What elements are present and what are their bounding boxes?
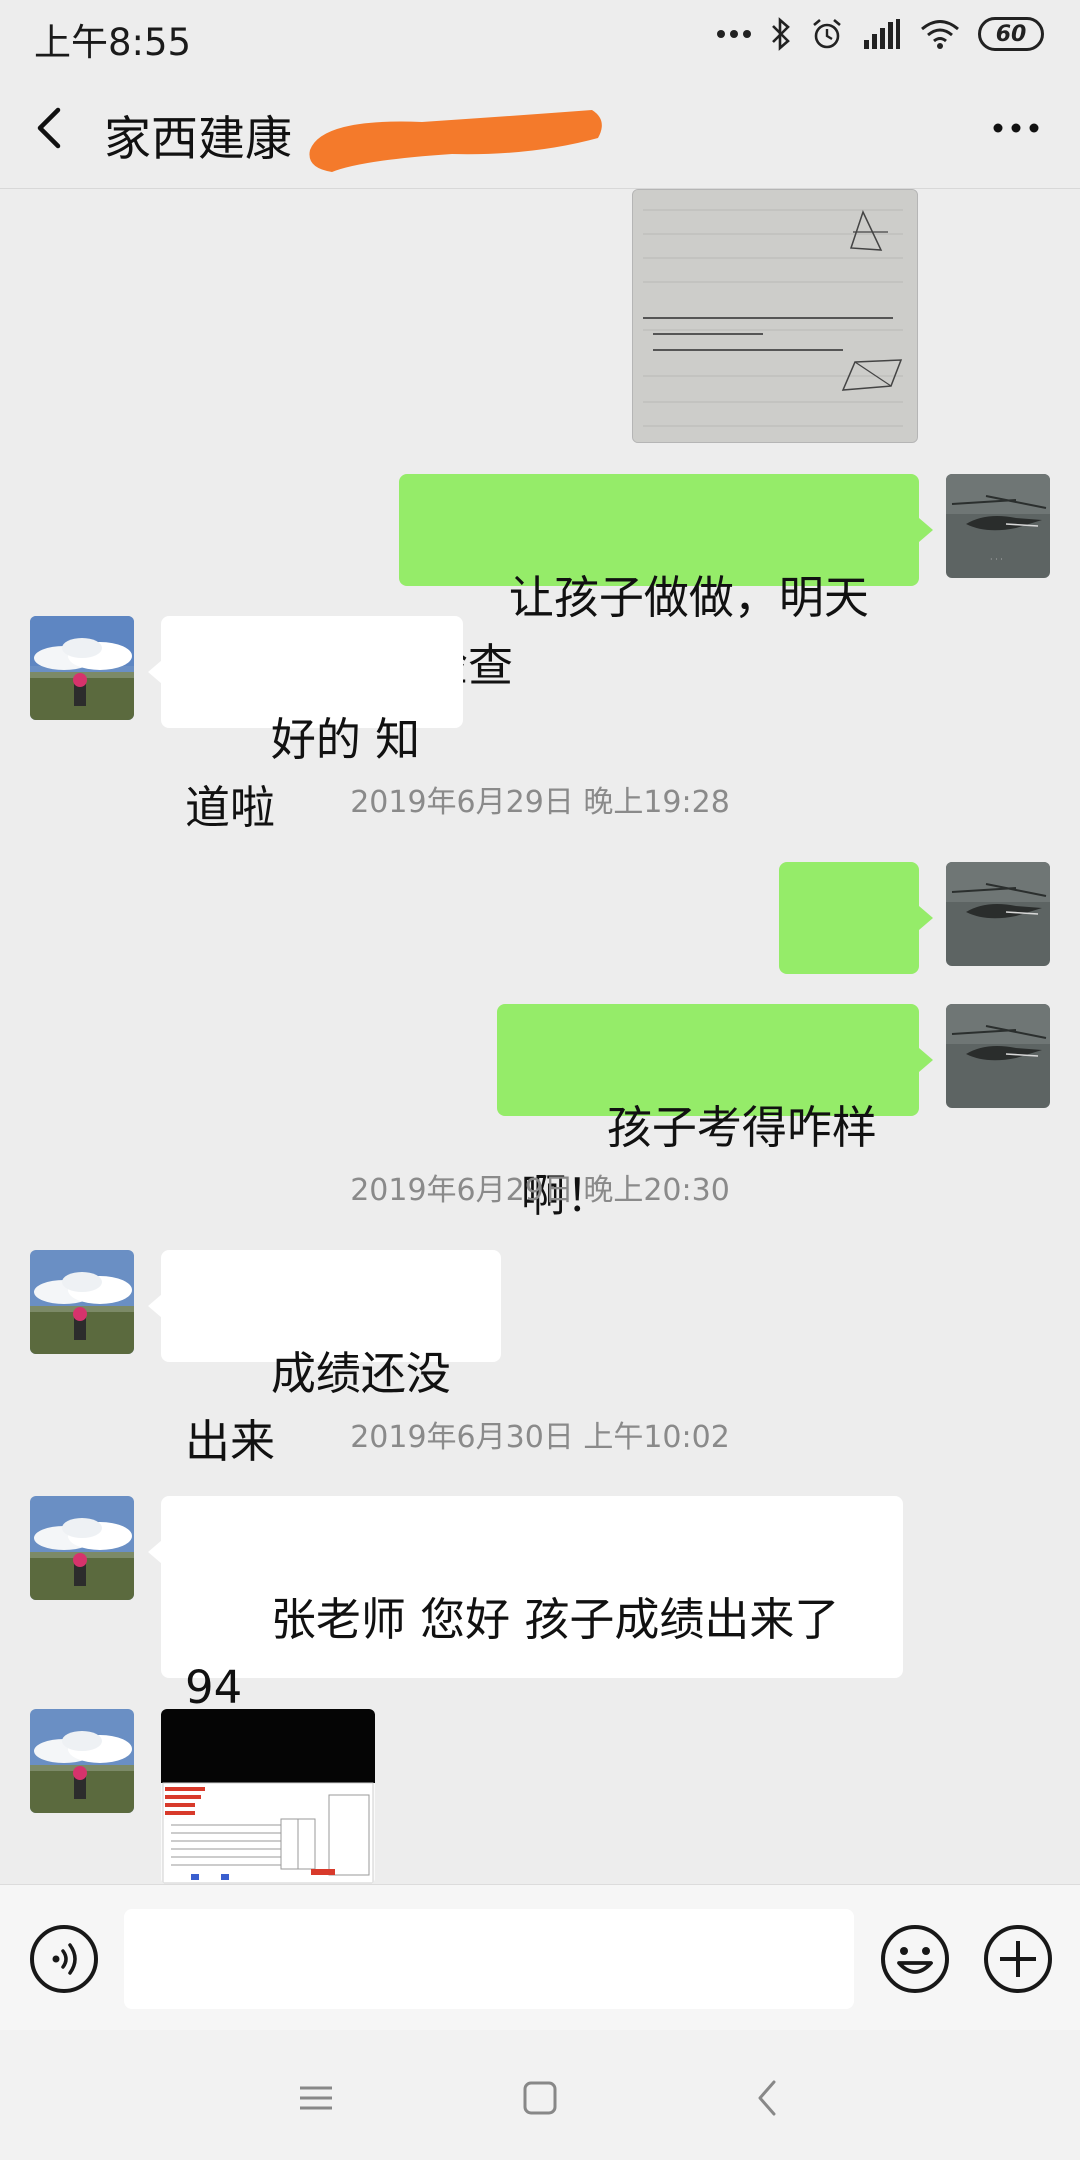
avatar-other[interactable] bbox=[30, 616, 134, 720]
timestamp: 2019年6月29日 晚上20:30 bbox=[350, 1173, 730, 1208]
message-text: 让孩子做做，明天检查 bbox=[423, 571, 869, 692]
helicopter-avatar-image bbox=[946, 1004, 1050, 1108]
avatar-self[interactable]: · · · bbox=[946, 474, 1050, 578]
worksheet-photo bbox=[633, 190, 917, 442]
status-time: 上午8:55 bbox=[34, 21, 192, 64]
bubble-tail bbox=[919, 518, 933, 542]
system-nav-bar bbox=[0, 2030, 1080, 2160]
voice-icon[interactable] bbox=[28, 1923, 100, 1995]
status-icons: 60 bbox=[716, 14, 1044, 54]
bubble-tail bbox=[148, 660, 162, 684]
message-bubble-self[interactable]: 让孩子做做，明天检查 bbox=[399, 474, 919, 692]
bubble-tail bbox=[919, 1048, 933, 1072]
battery-indicator: 60 bbox=[978, 17, 1044, 51]
message-bubble-other[interactable]: 成绩还没出来 bbox=[161, 1250, 501, 1468]
menu-icon[interactable] bbox=[292, 2074, 340, 2122]
chat-title[interactable]: 家西建康 bbox=[104, 100, 292, 169]
helicopter-avatar-image bbox=[946, 862, 1050, 966]
bluetooth-icon bbox=[772, 17, 790, 51]
svg-text:· · ·: · · · bbox=[990, 555, 1003, 564]
timestamp: 2019年6月29日 晚上19:28 bbox=[350, 785, 730, 820]
more-dots-icon bbox=[717, 30, 751, 38]
message-input[interactable] bbox=[124, 1909, 854, 2009]
helicopter-avatar-image: · · · bbox=[946, 474, 1050, 578]
redaction-scribble bbox=[309, 110, 602, 172]
avatar-self[interactable] bbox=[946, 862, 1050, 966]
landscape-avatar-image bbox=[30, 1496, 134, 1600]
message-bubble-other[interactable]: 张老师 您好 孩子成绩出来了 94 分 bbox=[161, 1496, 903, 1782]
chat-header: 家西建康 bbox=[0, 68, 1080, 189]
back-arrow-icon[interactable] bbox=[22, 98, 82, 158]
message-bubble-other[interactable]: 好的 知道啦 bbox=[161, 616, 463, 834]
bubble-tail bbox=[148, 1294, 162, 1318]
input-bar bbox=[0, 1884, 1080, 2030]
wifi-icon bbox=[921, 20, 959, 49]
bubble-tail bbox=[148, 1540, 162, 1564]
plus-icon[interactable] bbox=[982, 1923, 1054, 1995]
avatar-self[interactable] bbox=[946, 1004, 1050, 1108]
home-icon[interactable] bbox=[516, 2074, 564, 2122]
bubble-tail bbox=[919, 906, 933, 930]
score-screenshot-thumbnail bbox=[161, 1709, 375, 1884]
timestamp: 2019年6月30日 上午10:02 bbox=[350, 1420, 730, 1455]
more-icon[interactable] bbox=[986, 108, 1046, 148]
landscape-avatar-image bbox=[30, 1709, 134, 1813]
image-message-worksheet[interactable] bbox=[632, 189, 918, 443]
emoji-icon[interactable] bbox=[879, 1923, 951, 1995]
message-bubble-self[interactable]: 你好 bbox=[779, 862, 919, 1080]
signal-icon bbox=[864, 19, 900, 49]
landscape-avatar-image bbox=[30, 1250, 134, 1354]
avatar-other[interactable] bbox=[30, 1250, 134, 1354]
message-bubble-self[interactable]: 孩子考得咋样啊！ bbox=[497, 1004, 919, 1222]
image-message-score-screenshot[interactable] bbox=[161, 1709, 375, 1884]
battery-level: 60 bbox=[995, 21, 1027, 47]
chat-screen: 上午8:55 60 家西建康 让孩子做做，明天检查 · · · 好的 知道啦 2… bbox=[0, 0, 1080, 2160]
avatar-other[interactable] bbox=[30, 1496, 134, 1600]
landscape-avatar-image bbox=[30, 616, 134, 720]
avatar-other[interactable] bbox=[30, 1709, 134, 1813]
status-bar: 上午8:55 60 bbox=[0, 0, 1080, 68]
back-nav-icon[interactable] bbox=[744, 2074, 792, 2122]
alarm-icon bbox=[813, 19, 841, 49]
